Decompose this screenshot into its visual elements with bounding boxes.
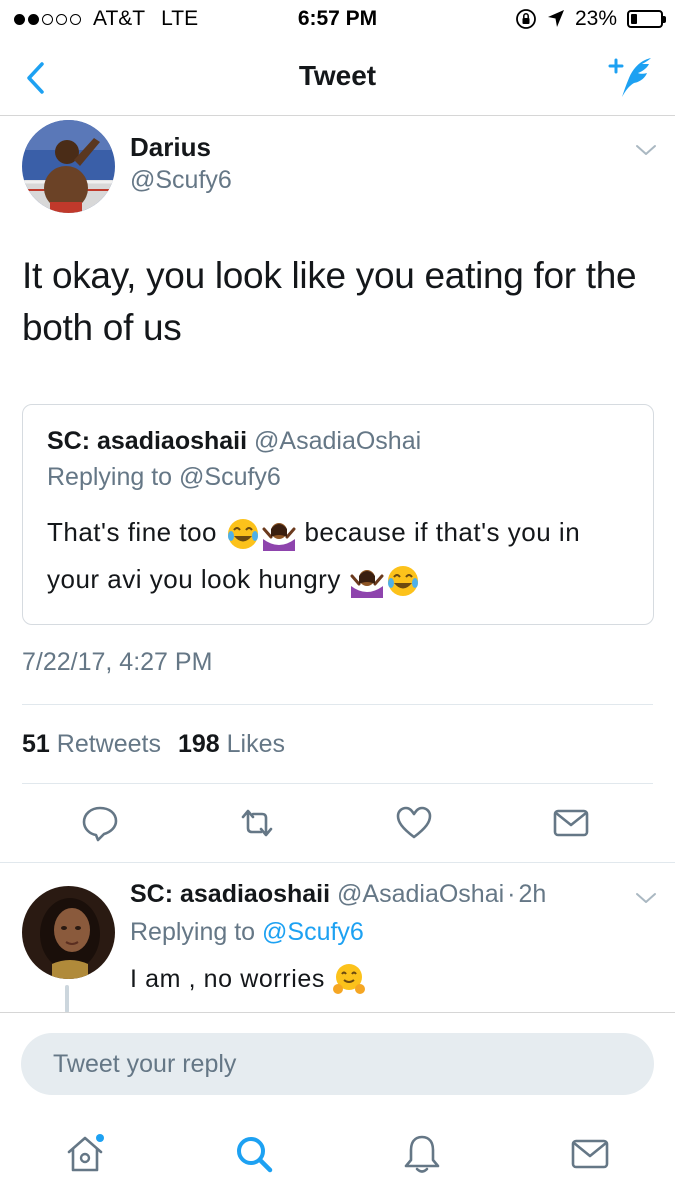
quoted-tweet[interactable]: SC: asadiaoshaii @AsadiaOshai Replying t… (22, 404, 654, 625)
reply-author-handle[interactable]: @AsadiaOshai (337, 880, 504, 908)
tweet-stats: 51 Retweets 198 Likes (22, 730, 285, 759)
page-title: Tweet (298, 60, 377, 91)
hugging-face-emoji-icon (332, 964, 365, 994)
reply-text-content: I am , no worries (130, 964, 325, 993)
thread-connector-line (65, 985, 69, 1013)
home-icon[interactable] (63, 1132, 107, 1176)
dm-icon[interactable] (551, 803, 591, 843)
notifications-icon[interactable] (400, 1132, 444, 1176)
author-handle[interactable]: @Scufy6 (130, 166, 232, 195)
tweet-timestamp: 7/22/17, 4:27 PM (22, 648, 213, 676)
retweets-stat[interactable]: 51 Retweets (22, 730, 161, 758)
author-avatar-image (22, 120, 115, 213)
reply-time: 2h (518, 880, 547, 908)
battery-icon (627, 10, 666, 28)
tears-of-joy-emoji-icon (227, 519, 258, 550)
reply-input[interactable] (21, 1033, 654, 1095)
search-icon[interactable] (232, 1132, 276, 1176)
quoted-author-handle: @AsadiaOshai (254, 427, 422, 455)
author-avatar[interactable] (22, 120, 115, 213)
retweets-count: 51 (22, 730, 50, 758)
orientation-lock-icon (516, 9, 536, 29)
quoted-text: That's fine too because if that's you in… (47, 509, 637, 603)
quoted-header: SC: asadiaoshaii @AsadiaOshai (47, 427, 421, 456)
likes-count: 198 (177, 730, 220, 758)
reply-avatar[interactable] (22, 886, 115, 979)
divider (0, 862, 675, 863)
battery-percent: 23% (574, 7, 617, 30)
reply-replying-to: Replying to @Scufy6 (130, 918, 364, 947)
quoted-replying-to: Replying to @Scufy6 (47, 463, 281, 491)
retweet-icon[interactable] (237, 803, 277, 843)
likes-label: Likes (226, 730, 285, 758)
quoted-author-name: SC: asadiaoshaii (47, 427, 248, 455)
compose-tweet-icon[interactable] (607, 54, 657, 100)
tears-of-joy-emoji-icon (387, 566, 418, 597)
reply-author-name[interactable]: SC: asadiaoshaii (130, 880, 330, 908)
chevron-down-icon[interactable] (634, 890, 658, 906)
shrug-emoji-icon (350, 570, 384, 599)
reply-separator: · (507, 880, 516, 908)
quoted-text-part1: That's fine too (47, 517, 217, 547)
battery-fill (631, 14, 638, 24)
status-bar: AT&T LTE 6:57 PM 23% (0, 0, 675, 40)
location-icon (547, 10, 564, 27)
reply-icon[interactable] (80, 803, 120, 843)
messages-icon[interactable] (568, 1132, 612, 1176)
retweets-label: Retweets (56, 730, 161, 758)
status-right: 23% (515, 7, 666, 31)
reply-composer (0, 1012, 675, 1114)
reply-text: I am , no worries (130, 962, 367, 996)
chevron-down-icon[interactable] (634, 142, 658, 158)
author-name[interactable]: Darius (130, 132, 211, 163)
likes-stat[interactable]: 198 Likes (178, 730, 285, 758)
shrug-emoji-icon (262, 523, 296, 552)
tab-bar (0, 1114, 675, 1200)
reply-header: SC: asadiaoshaii @AsadiaOshai · 2h (130, 880, 546, 909)
nav-bar: Tweet (0, 40, 675, 116)
replying-prefix: Replying to (130, 918, 256, 946)
tweet-text: It okay, you look like you eating for th… (22, 255, 637, 348)
reply-avatar-image (22, 886, 115, 979)
replying-handle-link[interactable]: @Scufy6 (262, 918, 364, 946)
divider (22, 783, 653, 784)
like-icon[interactable] (394, 803, 434, 843)
divider (22, 704, 653, 705)
